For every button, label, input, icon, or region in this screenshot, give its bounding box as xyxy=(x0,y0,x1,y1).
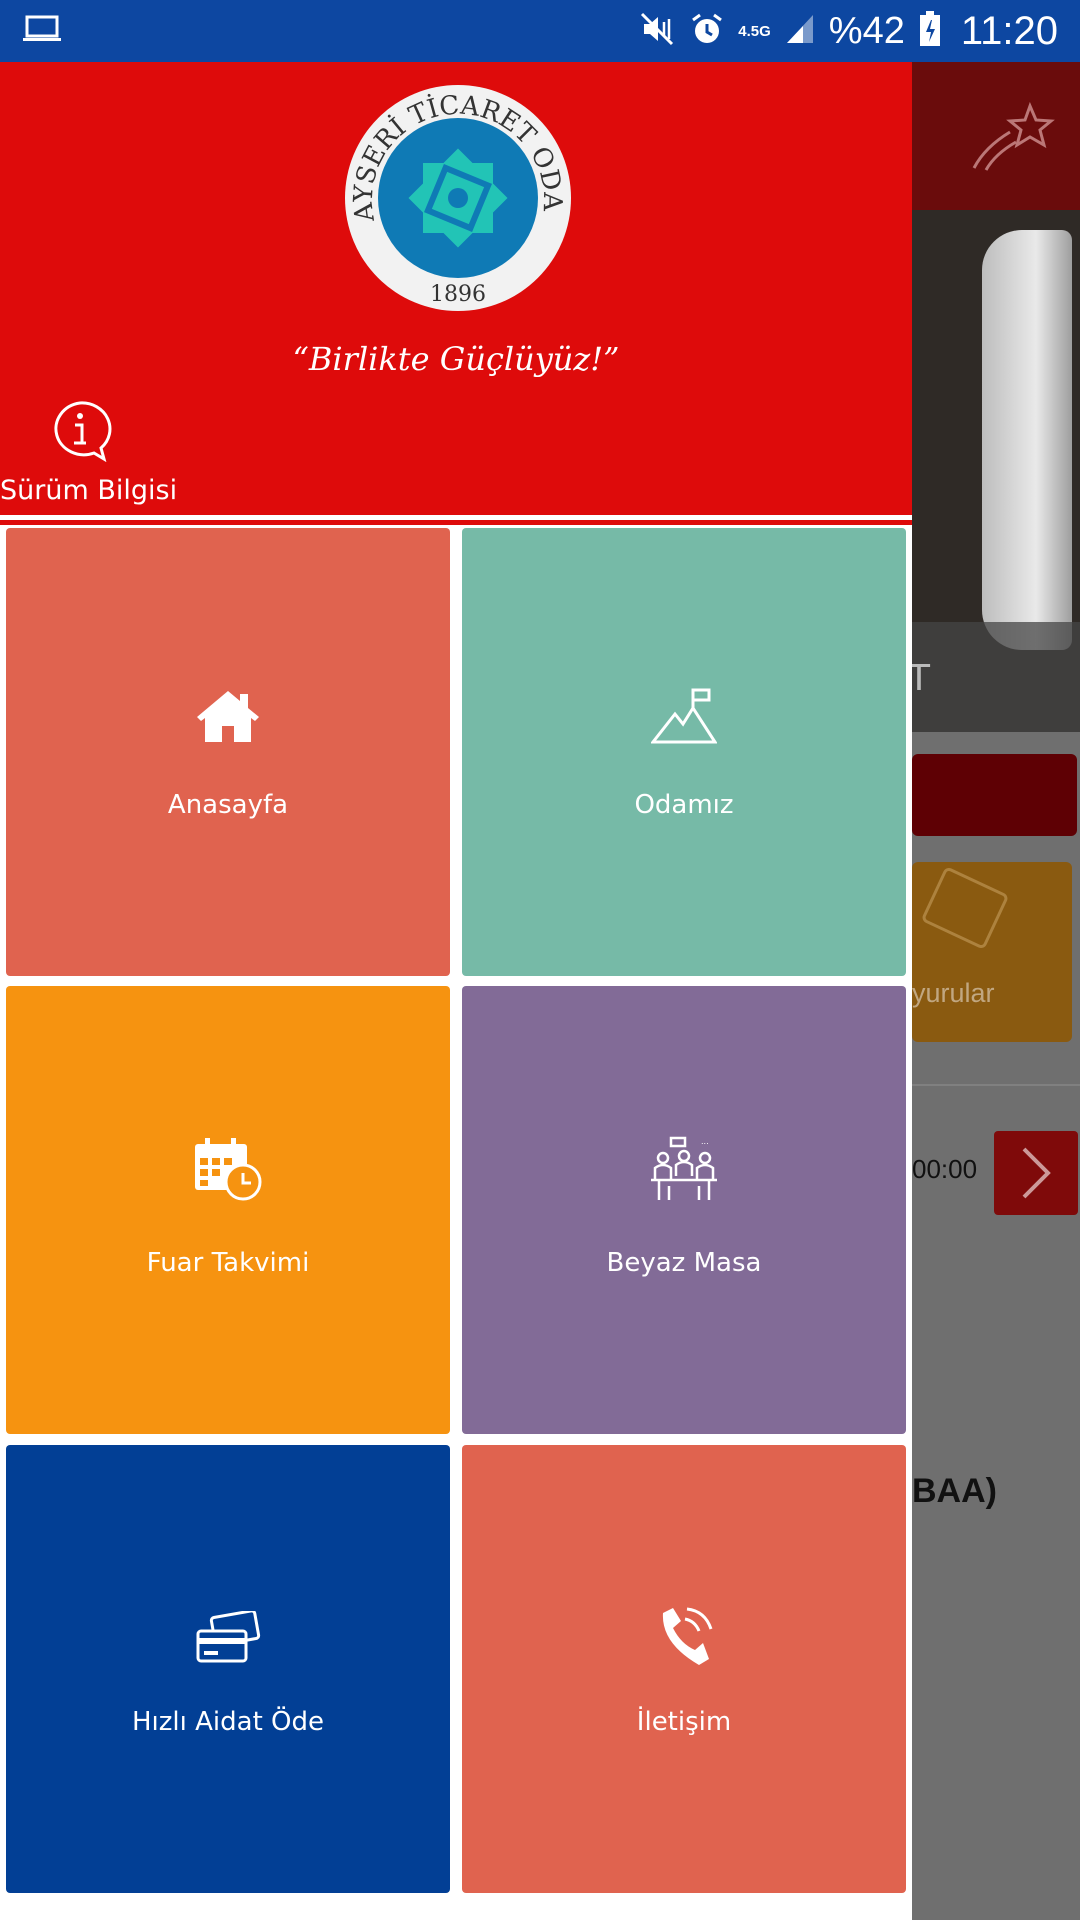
network-type: 4.5G xyxy=(738,22,771,40)
battery-icon xyxy=(919,10,941,52)
menu-tile-label: Fuar Takvimi xyxy=(146,1248,310,1278)
menu-tile-label: Beyaz Masa xyxy=(606,1248,762,1278)
background-hero-image xyxy=(912,210,1080,732)
background-card: yurular xyxy=(912,862,1072,1042)
menu-tile-label: Hızlı Aidat Öde xyxy=(131,1707,324,1737)
logo-year: 1896 xyxy=(430,282,486,307)
menu-tile-hizli-aidat-ode[interactable]: Hızlı Aidat Öde xyxy=(6,1445,450,1893)
header-divider xyxy=(0,520,912,525)
battery-percent: %42 xyxy=(828,9,905,52)
home-icon xyxy=(197,691,259,742)
background-time-text: 00:00 xyxy=(912,1154,978,1184)
status-bar: 4.5G %42 11:20 xyxy=(0,0,1080,62)
calendar-clock-icon xyxy=(195,1138,262,1201)
menu-tile-iletisim[interactable]: İletişim xyxy=(462,1445,906,1893)
menu-tile-odamiz[interactable]: Odamız xyxy=(462,528,906,976)
signal-icon xyxy=(785,13,815,50)
background-red-bar xyxy=(912,754,1077,836)
chamber-logo: KAYSERİ TİCARET ODASI 1896 xyxy=(343,83,571,311)
laptop-icon xyxy=(22,14,62,48)
flag-image xyxy=(982,230,1072,650)
mute-vibrate-icon xyxy=(640,12,676,51)
slogan: “Birlikte Güçlüyüz!” xyxy=(292,340,620,378)
menu-tile-label: Anasayfa xyxy=(167,790,289,820)
chevron-right-icon xyxy=(1022,1147,1051,1199)
background-card-label: yurular xyxy=(912,978,995,1008)
clock: 11:20 xyxy=(960,8,1058,53)
menu-tile-label: İletişim xyxy=(636,1707,732,1737)
flag-mountain-icon xyxy=(651,688,717,744)
meeting-table-icon: ... xyxy=(651,1136,717,1200)
alarm-icon xyxy=(690,12,724,51)
newspaper-icon xyxy=(920,866,1010,950)
credit-cards-icon xyxy=(196,1611,261,1663)
info-icon xyxy=(54,401,112,463)
menu-tile-fuar-takvimi[interactable]: Fuar Takvimi xyxy=(6,986,450,1434)
phone-icon xyxy=(662,1607,713,1665)
version-info-label[interactable]: Sürüm Bilgisi xyxy=(0,475,177,506)
menu-tile-label: Odamız xyxy=(634,790,734,820)
hero-caption-band xyxy=(912,622,1080,732)
shooting-star-icon xyxy=(970,101,1060,176)
background-divider xyxy=(912,1084,1080,1086)
version-info-button[interactable] xyxy=(48,400,112,463)
menu-tile-anasayfa[interactable]: Anasayfa xyxy=(6,528,450,976)
svg-text:...: ... xyxy=(701,1137,709,1146)
background-heading-fragment: BAA) xyxy=(912,1472,997,1510)
background-next-button xyxy=(994,1131,1078,1215)
drawer-header: KAYSERİ TİCARET ODASI 1896 “Birlikte Güç… xyxy=(0,62,912,515)
menu-tile-beyaz-masa[interactable]: ... Beyaz Masa xyxy=(462,986,906,1434)
navigation-drawer: KAYSERİ TİCARET ODASI 1896 “Birlikte Güç… xyxy=(0,62,912,1920)
